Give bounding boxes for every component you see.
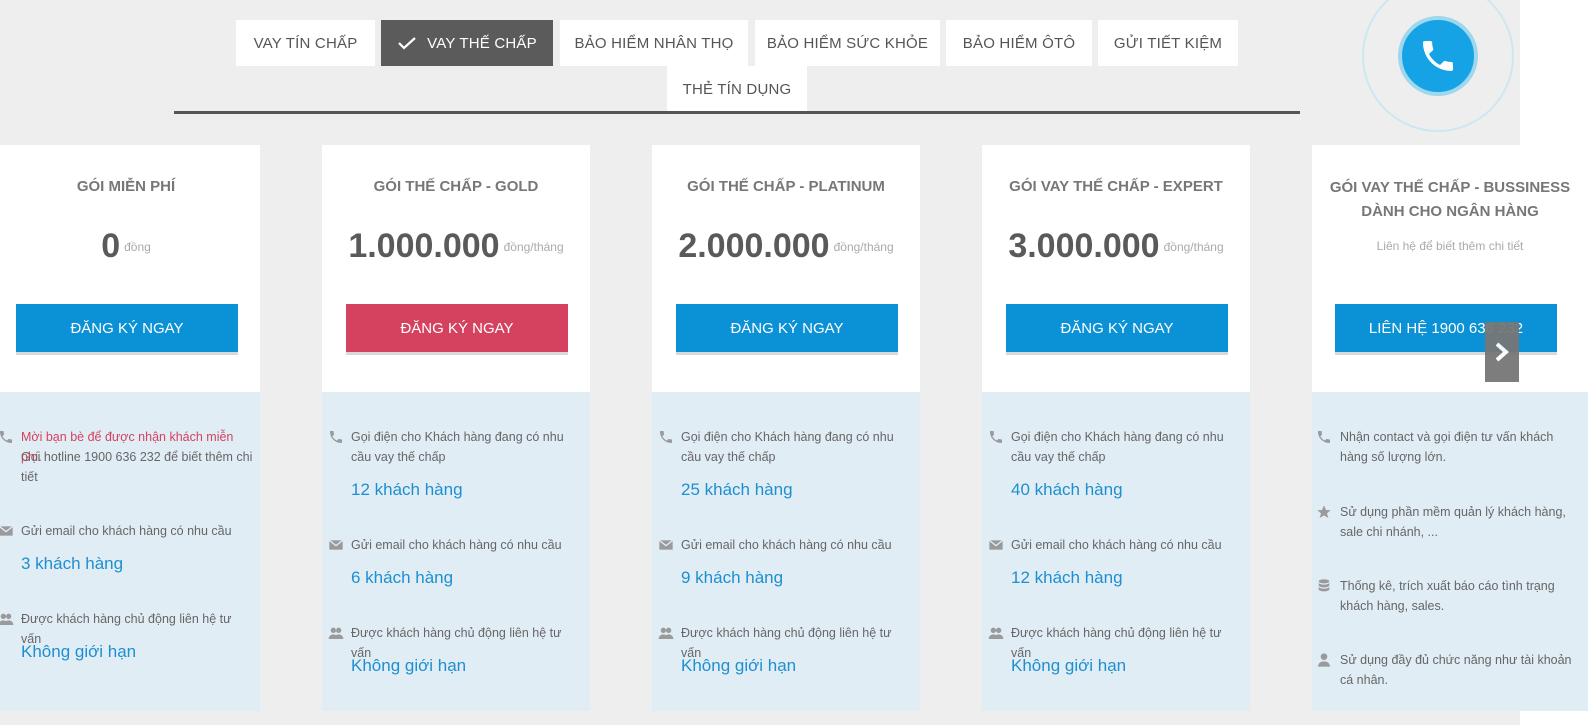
register-button[interactable]: ĐĂNG KÝ NGAY [346, 304, 568, 352]
plan-title-line: DÀNH CHO NGÂN HÀNG [1361, 203, 1539, 220]
feature-value: 9 khách hàng [681, 568, 784, 587]
plan-card-free: GÓI MIỄN PHÍ 0 đồng ĐĂNG KÝ NGAY Mời bạn … [0, 145, 260, 711]
feature-text: Gửi email cho khách hàng có nhu cầu [1011, 538, 1222, 552]
feature-subtext: Gọi hotline 1900 636 232 để biết thêm ch… [21, 450, 253, 484]
plan-features: Gọi điện cho Khách hàng đang có nhu cầu … [322, 392, 590, 711]
plan-price: 1.000.000 [348, 227, 500, 265]
register-button[interactable]: ĐĂNG KÝ NGAY [16, 304, 238, 352]
feature-text: Gửi email cho khách hàng có nhu cầu [351, 538, 562, 552]
phone-icon [660, 431, 672, 443]
envelope-icon [658, 539, 674, 550]
users-icon [328, 627, 344, 639]
plan-title: GÓI VAY THẾ CHẤP - BUSSINESS DÀNH CHO NG… [1312, 176, 1588, 224]
feature-text: Thống kê, trích xuất báo cáo tình trạng … [1340, 579, 1555, 613]
feature-value: Không giới hạn [1011, 656, 1127, 675]
feature-value: 12 khách hàng [351, 480, 463, 499]
plan-price-unit: đồng/tháng [833, 239, 894, 254]
tab-bao-hiem-suc-khoe[interactable]: BẢO HIỂM SỨC KHỎE [755, 20, 940, 66]
users-icon [0, 613, 14, 625]
plan-price-unit: đồng/tháng [1163, 239, 1224, 254]
tab-vay-tin-chap[interactable]: VAY TÍN CHẤP [236, 20, 375, 66]
plan-price-row: 1.000.000 đồng/tháng [322, 227, 590, 266]
chevron-right-icon [1495, 342, 1510, 362]
feature-text: Gọi điện cho Khách hàng đang có nhu cầu … [1011, 430, 1224, 464]
tab-label: GỬI TIẾT KIỆM [1113, 34, 1223, 52]
phone-icon [1318, 431, 1330, 443]
phone-icon [330, 431, 342, 443]
tab-label: BẢO HIỂM SỨC KHỎE [766, 34, 929, 52]
feature-text: Gọi điện cho Khách hàng đang có nhu cầu … [681, 430, 894, 464]
phone-call-icon [1423, 41, 1453, 71]
envelope-icon [328, 539, 344, 550]
tab-bao-hiem-nhan-tho[interactable]: BẢO HIỂM NHÂN THỌ [560, 20, 748, 66]
register-button[interactable]: ĐĂNG KÝ NGAY [1006, 304, 1228, 352]
tab-bao-hiem-oto[interactable]: BẢO HIỂM ÔTÔ [946, 20, 1092, 66]
slider-next-button[interactable] [1485, 322, 1519, 382]
users-icon [658, 627, 674, 639]
plan-features: Gọi điện cho Khách hàng đang có nhu cầu … [652, 392, 920, 711]
tabs-divider [174, 111, 1300, 114]
plan-features: Mời bạn bè để được nhận khách miễn phí. … [0, 392, 260, 711]
feature-text: Sử dụng phần mềm quản lý khách hàng, sal… [1340, 505, 1566, 539]
phone-icon [990, 431, 1002, 443]
envelope-icon [0, 525, 14, 536]
tab-label: VAY THẾ CHẤP [427, 34, 537, 52]
feature-text: Gọi điện cho Khách hàng đang có nhu cầu … [351, 430, 564, 464]
phone-icon [0, 431, 12, 443]
feature-value: Không giới hạn [681, 656, 797, 675]
plan-card-header: GÓI THẾ CHẤP - GOLD 1.000.000 đồng/tháng … [322, 145, 590, 392]
plan-features: Gọi điện cho Khách hàng đang có nhu cầu … [982, 392, 1250, 711]
plan-card-gold: GÓI THẾ CHẤP - GOLD 1.000.000 đồng/tháng … [322, 145, 590, 711]
plan-title: GÓI THẾ CHẤP - PLATINUM [687, 178, 885, 195]
plan-card-expert: GÓI VAY THẾ CHẤP - EXPERT 3.000.000 đồng/… [982, 145, 1250, 711]
contact-hotline-button[interactable]: LIÊN HỆ 1900 636 232 [1335, 304, 1557, 352]
feature-text: Nhận contact và gọi điện tư vấn khách hà… [1340, 430, 1554, 464]
register-button[interactable]: ĐĂNG KÝ NGAY [676, 304, 898, 352]
plan-price-row: 0 đồng [0, 227, 260, 266]
tab-label: VAY TÍN CHẤP [253, 34, 358, 52]
plan-card-header: GÓI THẾ CHẤP - PLATINUM 2.000.000 đồng/th… [652, 145, 920, 392]
plan-price-row: 2.000.000 đồng/tháng [652, 227, 920, 266]
users-icon [988, 627, 1004, 639]
user-icon [1318, 653, 1330, 667]
plan-title-line: GÓI VAY THẾ CHẤP - BUSSINESS [1329, 179, 1571, 196]
plan-title: GÓI THẾ CHẤP - GOLD [373, 178, 539, 195]
feature-text: Gửi email cho khách hàng có nhu cầu [681, 538, 892, 552]
plan-price-row: 3.000.000 đồng/tháng [982, 227, 1250, 266]
plan-price-unit: đồng [124, 239, 151, 254]
check-icon [398, 37, 416, 50]
plan-card-header: GÓI VAY THẾ CHẤP - EXPERT 3.000.000 đồng/… [982, 145, 1250, 392]
plan-title: GÓI MIỄN PHÍ [76, 178, 176, 195]
plan-price: 2.000.000 [678, 227, 830, 265]
plan-card-platinum: GÓI THẾ CHẤP - PLATINUM 2.000.000 đồng/th… [652, 145, 920, 711]
tab-label: BẢO HIỂM NHÂN THỌ [574, 34, 734, 52]
plan-title: GÓI VAY THẾ CHẤP - EXPERT [1009, 178, 1223, 195]
feature-value: Không giới hạn [21, 642, 137, 661]
feature-value: 12 khách hàng [1011, 568, 1123, 587]
tab-vay-the-chap[interactable]: VAY THẾ CHẤP [381, 20, 553, 66]
plan-price: 3.000.000 [1008, 227, 1160, 265]
envelope-icon [988, 539, 1004, 550]
tab-gui-tiet-kiem[interactable]: GỬI TIẾT KIỆM [1098, 20, 1238, 66]
plan-contact-note: Liên hệ để biết thêm chi tiết [1376, 239, 1524, 253]
plan-card-header: GÓI VAY THẾ CHẤP - BUSSINESS DÀNH CHO NG… [1312, 145, 1588, 392]
feature-value: Không giới hạn [351, 656, 467, 675]
plan-price: 0 [101, 227, 121, 265]
database-icon [1318, 579, 1330, 592]
plan-price-unit: đồng/tháng [503, 239, 564, 254]
plan-card-header: GÓI MIỄN PHÍ 0 đồng ĐĂNG KÝ NGAY [0, 145, 260, 392]
tab-label: THẺ TÍN DỤNG [682, 80, 792, 98]
feature-text: Sử dụng đầy đủ chức năng như tài khoản c… [1340, 653, 1572, 687]
feature-value: 3 khách hàng [21, 554, 124, 573]
plan-features: Nhận contact và gọi điện tư vấn khách hà… [1312, 392, 1588, 711]
call-button[interactable] [1398, 16, 1478, 96]
tab-the-tin-dung[interactable]: THẺ TÍN DỤNG [667, 66, 807, 112]
tab-label: BẢO HIỂM ÔTÔ [962, 34, 1076, 52]
plan-card-business: GÓI VAY THẾ CHẤP - BUSSINESS DÀNH CHO NG… [1312, 145, 1588, 711]
feature-value: 6 khách hàng [351, 568, 454, 587]
feature-value: 40 khách hàng [1011, 480, 1123, 499]
star-icon [1317, 505, 1331, 518]
feature-value: 25 khách hàng [681, 480, 793, 499]
feature-text: Gửi email cho khách hàng có nhu cầu [21, 524, 232, 538]
